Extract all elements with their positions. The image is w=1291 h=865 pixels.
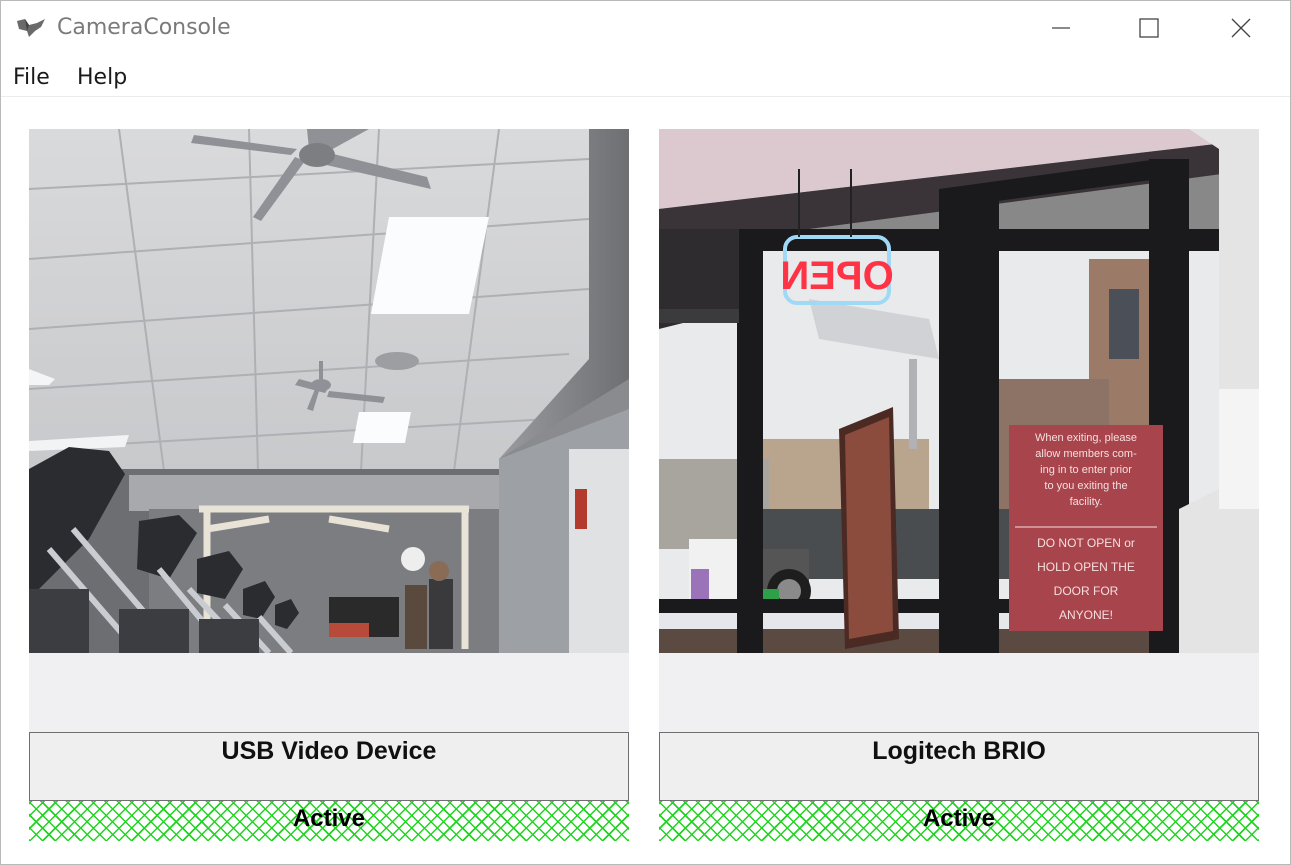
camera-status-bar: Active [659,801,1259,841]
feed-padding [659,653,1259,732]
title-bar[interactable]: CameraConsole [1,1,1290,55]
maximize-icon [1139,18,1159,38]
camera-panel-brio: OPEN When exiting, please allow members … [659,129,1259,843]
feed-padding [29,653,629,732]
gym-interior-image [29,129,629,653]
camera-feed-brio[interactable]: OPEN When exiting, please allow members … [659,129,1259,653]
camera-feed-usb[interactable] [29,129,629,653]
camera-panel-usb: USB Video Device Active [29,129,629,843]
svg-text:facility.: facility. [1070,496,1103,508]
camera-status-bar: Active [29,801,629,841]
svg-text:ing in to enter prior: ing in to enter prior [1040,464,1132,476]
minimize-button[interactable] [1031,9,1091,47]
close-button[interactable] [1211,9,1271,47]
camera-name-label: USB Video Device [221,737,437,765]
svg-text:When exiting, please: When exiting, please [1035,432,1137,444]
menu-file[interactable]: File [13,65,50,90]
menu-bar: File Help [1,59,1290,97]
svg-text:DOOR FOR: DOOR FOR [1054,584,1119,598]
minimize-icon [1052,27,1070,29]
maximize-button[interactable] [1119,9,1179,47]
camera-name-box: Logitech BRIO [659,732,1259,801]
client-area: USB Video Device Active OPEN When exitin… [2,99,1290,864]
svg-text:OPEN: OPEN [780,254,893,298]
svg-text:to you exiting the: to you exiting the [1044,480,1127,492]
camera-name-label: Logitech BRIO [872,737,1046,765]
svg-text:DO NOT OPEN or: DO NOT OPEN or [1037,536,1135,550]
menu-help[interactable]: Help [77,65,127,90]
camera-status-label: Active [292,805,366,832]
close-icon [1231,18,1251,38]
entrance-door-image: OPEN When exiting, please allow members … [659,129,1259,653]
svg-text:allow members com-: allow members com- [1035,448,1137,460]
camera-status-label: Active [922,805,996,832]
camera-console-window: CameraConsole File Help USB Video Device… [0,0,1291,865]
camera-name-box: USB Video Device [29,732,629,801]
window-title: CameraConsole [57,15,231,40]
svg-text:ANYONE!: ANYONE! [1059,608,1113,622]
svg-text:HOLD OPEN THE: HOLD OPEN THE [1037,560,1135,574]
bird-icon [17,19,45,37]
